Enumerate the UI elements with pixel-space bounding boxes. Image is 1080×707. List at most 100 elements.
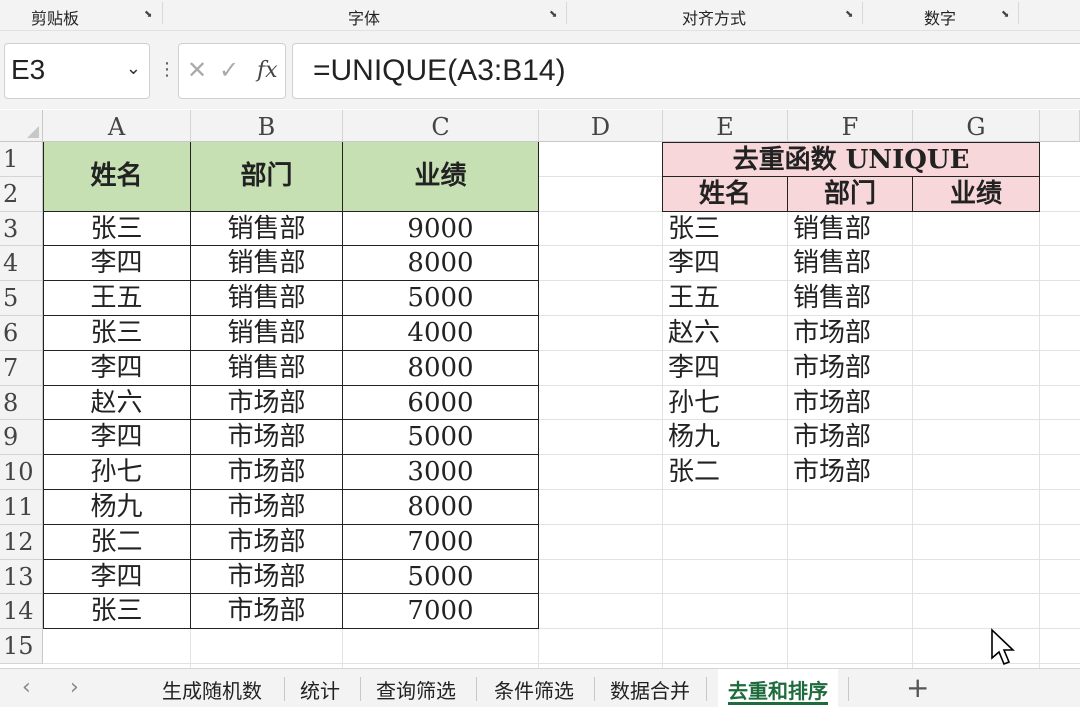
table-cell[interactable]: 5000 bbox=[343, 420, 539, 456]
unique-result-cell[interactable]: 赵六 bbox=[663, 316, 788, 351]
select-all-corner[interactable] bbox=[0, 110, 43, 142]
chevron-left-icon[interactable]: ‹ bbox=[22, 675, 31, 700]
table-cell[interactable]: 李四 bbox=[43, 350, 191, 386]
column-header-c[interactable]: C bbox=[343, 110, 539, 142]
unique-result-cell[interactable]: 孙七 bbox=[663, 386, 788, 421]
table-cell[interactable]: 孙七 bbox=[43, 455, 191, 490]
row-header-9[interactable]: 9 bbox=[0, 420, 43, 456]
dialog-launcher-icon[interactable]: ⬊ bbox=[144, 10, 154, 20]
table-cell[interactable]: 9000 bbox=[343, 211, 539, 247]
row-header-2[interactable]: 2 bbox=[0, 176, 43, 212]
row-header-5[interactable]: 5 bbox=[0, 281, 43, 316]
table-cell[interactable]: 张三 bbox=[43, 594, 191, 630]
table-cell[interactable]: 市场部 bbox=[191, 455, 343, 490]
unique-result-cell[interactable]: 市场部 bbox=[788, 455, 913, 490]
table-cell[interactable]: 张三 bbox=[43, 211, 191, 247]
formula-input[interactable]: =UNIQUE(A3:B14) bbox=[292, 43, 1080, 99]
table-cell[interactable]: 7000 bbox=[343, 524, 539, 560]
sheet-tab[interactable]: 去重和排序 bbox=[718, 669, 838, 707]
table-cell[interactable]: 5000 bbox=[343, 281, 539, 316]
table-header-cell[interactable]: 部门 bbox=[191, 142, 343, 212]
table-cell[interactable]: 李四 bbox=[43, 246, 191, 282]
sheet-tab[interactable]: 数据合并 bbox=[610, 675, 690, 704]
unique-header-cell[interactable]: 部门 bbox=[788, 176, 913, 212]
unique-result-cell[interactable]: 李四 bbox=[663, 246, 788, 281]
table-cell[interactable]: 4000 bbox=[343, 316, 539, 351]
table-cell[interactable]: 8000 bbox=[343, 246, 539, 282]
row-header-8[interactable]: 8 bbox=[0, 385, 43, 421]
table-cell[interactable]: 销售部 bbox=[191, 211, 343, 247]
unique-result-cell[interactable]: 杨九 bbox=[663, 420, 788, 455]
unique-header-cell[interactable]: 姓名 bbox=[663, 176, 788, 212]
row-header-6[interactable]: 6 bbox=[0, 316, 43, 351]
row-header-13[interactable]: 13 bbox=[0, 559, 43, 595]
unique-result-cell[interactable]: 销售部 bbox=[788, 246, 913, 281]
more-options-icon[interactable]: ⋮ bbox=[158, 59, 176, 80]
dialog-launcher-icon[interactable]: ⬊ bbox=[1001, 10, 1011, 20]
table-cell[interactable]: 8000 bbox=[343, 490, 539, 525]
unique-result-cell[interactable]: 李四 bbox=[663, 351, 788, 386]
table-cell[interactable]: 销售部 bbox=[191, 316, 343, 351]
unique-result-cell[interactable]: 市场部 bbox=[788, 351, 913, 386]
sheet-tab[interactable]: 查询筛选 bbox=[376, 675, 456, 704]
table-header-cell[interactable]: 业绩 bbox=[343, 142, 539, 212]
row-header-15[interactable]: 15 bbox=[0, 629, 43, 664]
chevron-down-icon[interactable]: ⌄ bbox=[126, 58, 141, 79]
table-cell[interactable]: 市场部 bbox=[191, 385, 343, 421]
column-header-f[interactable]: F bbox=[788, 110, 913, 142]
table-cell[interactable]: 5000 bbox=[343, 559, 539, 595]
sheet-tab[interactable]: 统计 bbox=[300, 675, 340, 704]
table-cell[interactable]: 赵六 bbox=[43, 385, 191, 421]
table-cell[interactable]: 市场部 bbox=[191, 559, 343, 595]
sheet-tab[interactable]: 生成随机数 bbox=[162, 675, 262, 704]
unique-result-cell[interactable]: 销售部 bbox=[788, 281, 913, 316]
column-header-g[interactable]: G bbox=[913, 110, 1040, 142]
cancel-icon[interactable]: ✕ bbox=[187, 56, 207, 84]
column-header-e[interactable]: E bbox=[663, 110, 788, 142]
column-header-a[interactable]: A bbox=[43, 110, 191, 142]
unique-result-cell[interactable]: 王五 bbox=[663, 281, 788, 316]
unique-result-cell[interactable]: 市场部 bbox=[788, 420, 913, 455]
row-header-4[interactable]: 4 bbox=[0, 246, 43, 282]
table-cell[interactable]: 张三 bbox=[43, 316, 191, 351]
row-header-12[interactable]: 12 bbox=[0, 524, 43, 560]
unique-title-cell[interactable]: 去重函数 UNIQUE bbox=[663, 142, 1040, 177]
row-header-3[interactable]: 3 bbox=[0, 211, 43, 247]
table-cell[interactable]: 市场部 bbox=[191, 490, 343, 525]
table-cell[interactable]: 6000 bbox=[343, 385, 539, 421]
table-cell[interactable]: 市场部 bbox=[191, 524, 343, 560]
table-cell[interactable]: 销售部 bbox=[191, 246, 343, 282]
row-header-1[interactable]: 1 bbox=[0, 142, 43, 177]
unique-result-cell[interactable]: 张三 bbox=[663, 212, 788, 247]
table-cell[interactable]: 市场部 bbox=[191, 420, 343, 456]
row-header-7[interactable]: 7 bbox=[0, 350, 43, 386]
unique-result-cell[interactable]: 市场部 bbox=[788, 386, 913, 421]
add-sheet-button[interactable]: + bbox=[906, 671, 929, 704]
dialog-launcher-icon[interactable]: ⬊ bbox=[549, 10, 559, 20]
table-cell[interactable]: 销售部 bbox=[191, 281, 343, 316]
sheet-tab[interactable]: 条件筛选 bbox=[494, 675, 574, 704]
table-cell[interactable]: 7000 bbox=[343, 594, 539, 630]
row-header-11[interactable]: 11 bbox=[0, 490, 43, 525]
table-cell[interactable]: 3000 bbox=[343, 455, 539, 490]
unique-result-cell[interactable]: 市场部 bbox=[788, 316, 913, 351]
column-header-d[interactable]: D bbox=[539, 110, 663, 142]
spreadsheet-grid[interactable]: ABCDEFG 1 2 3 4 5 6 7 8 9 10 11 12 13 14 15 姓名 部门 业绩 张三 销售… bbox=[0, 110, 1080, 668]
table-cell[interactable]: 张二 bbox=[43, 524, 191, 560]
table-cell[interactable]: 李四 bbox=[43, 559, 191, 595]
chevron-right-icon[interactable]: › bbox=[70, 675, 79, 700]
unique-header-cell[interactable]: 业绩 bbox=[913, 176, 1040, 212]
table-cell[interactable]: 杨九 bbox=[43, 490, 191, 525]
dialog-launcher-icon[interactable]: ⬊ bbox=[845, 10, 855, 20]
column-header-b[interactable]: B bbox=[191, 110, 343, 142]
table-cell[interactable]: 李四 bbox=[43, 420, 191, 456]
table-header-cell[interactable]: 姓名 bbox=[43, 142, 191, 212]
row-header-14[interactable]: 14 bbox=[0, 594, 43, 630]
unique-result-cell[interactable]: 张二 bbox=[663, 455, 788, 490]
unique-result-cell[interactable]: 销售部 bbox=[788, 212, 913, 247]
confirm-icon[interactable]: ✓ bbox=[219, 56, 239, 84]
row-header-10[interactable]: 10 bbox=[0, 455, 43, 490]
insert-function-icon[interactable]: fx bbox=[257, 58, 278, 83]
table-cell[interactable]: 王五 bbox=[43, 281, 191, 316]
table-cell[interactable]: 市场部 bbox=[191, 594, 343, 630]
